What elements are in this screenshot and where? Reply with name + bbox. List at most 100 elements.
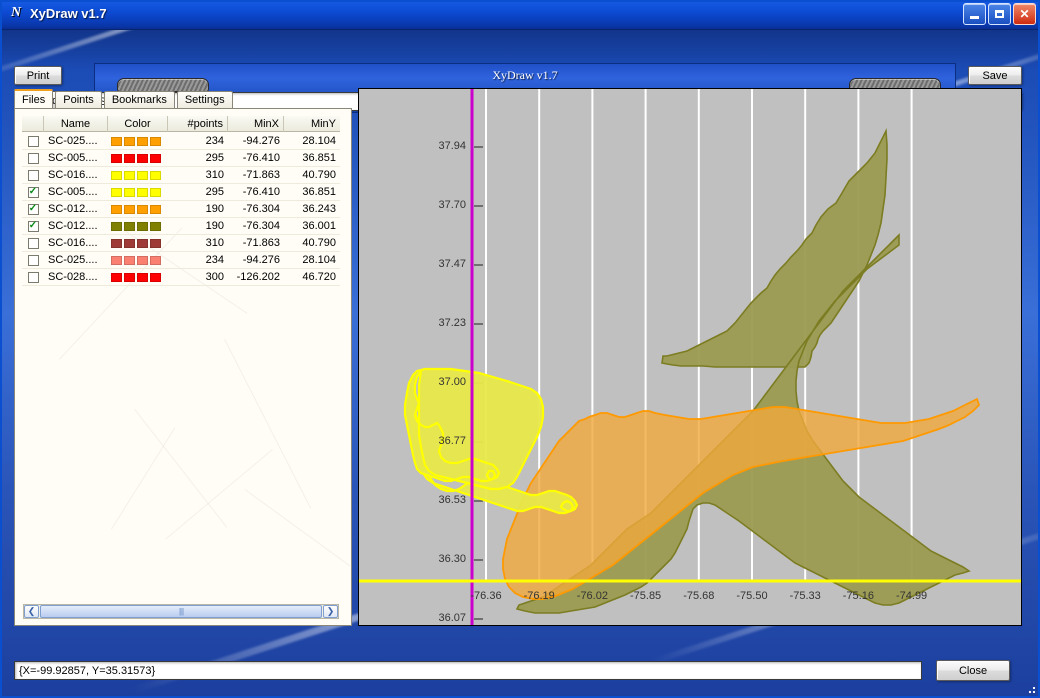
- column-header-minx[interactable]: MinX: [228, 116, 284, 132]
- y-tick-label: 36.77: [438, 435, 466, 447]
- color-swatch-icon: [137, 153, 148, 163]
- column-header-miny[interactable]: MinY: [284, 116, 340, 132]
- coordinate-status-field[interactable]: {X=-99.92857, Y=35.31573}: [14, 661, 922, 680]
- row-color-swatches[interactable]: [108, 201, 168, 218]
- column-header-color[interactable]: Color: [108, 116, 168, 132]
- plot-canvas[interactable]: 37.94 37.70 37.47 37.23 37.00 36.77 36.53 36.30…: [358, 88, 1022, 626]
- row-minx: -76.410: [242, 186, 280, 198]
- color-swatch-icon: [111, 238, 122, 248]
- scroll-right-icon[interactable]: ❯: [323, 605, 338, 618]
- row-color-swatches[interactable]: [108, 235, 168, 252]
- table-row[interactable]: SC-016.... 310 -71.863 40.790: [22, 235, 340, 252]
- row-color-swatches[interactable]: [108, 252, 168, 269]
- row-name: SC-025....: [48, 135, 98, 147]
- tab-files[interactable]: Files: [14, 89, 54, 108]
- close-window-button[interactable]: ✕: [1013, 3, 1036, 25]
- table-row[interactable]: SC-028.... 300 -126.202 46.720: [22, 269, 340, 286]
- table-row[interactable]: ✓ SC-005.... 295 -76.410 36.851: [22, 184, 340, 201]
- checkbox-checked-icon[interactable]: ✓: [27, 220, 39, 232]
- scroll-left-icon[interactable]: ❮: [24, 605, 39, 618]
- ghost-line: [224, 339, 312, 509]
- y-tick-label: 37.94: [438, 140, 466, 152]
- color-swatch-icon: [137, 170, 148, 180]
- tab-settings[interactable]: Settings: [176, 91, 233, 108]
- checkbox-unchecked-icon[interactable]: [27, 152, 39, 164]
- checkbox-checked-icon[interactable]: ✓: [27, 186, 39, 198]
- color-swatch-icon: [124, 170, 135, 180]
- color-swatch-icon: [150, 170, 161, 180]
- row-minx: -126.202: [236, 271, 280, 283]
- row-points: 234: [205, 135, 224, 147]
- file-list-rows: SC-025.... 234 -94.276 28.104 SC-005.... 295 -…: [22, 133, 340, 286]
- window-buttons: ✕: [963, 3, 1036, 25]
- color-swatch-icon: [111, 221, 122, 231]
- row-miny: 28.104: [302, 135, 336, 147]
- row-color-swatches[interactable]: [108, 133, 168, 150]
- tab-points[interactable]: Points: [55, 91, 102, 108]
- row-checkbox-cell: ✓: [22, 201, 44, 218]
- title-bar-left: N XyDraw v1.7: [8, 5, 107, 21]
- color-swatch-icon: [150, 255, 161, 265]
- table-row[interactable]: SC-025.... 234 -94.276 28.104: [22, 133, 340, 150]
- y-tick-label: 37.23: [438, 317, 466, 329]
- tab-bookmarks[interactable]: Bookmarks: [103, 91, 175, 108]
- ghost-line: [111, 427, 176, 530]
- ghost-line: [134, 409, 228, 528]
- row-color-swatches[interactable]: [108, 150, 168, 167]
- color-swatch-icon: [111, 187, 122, 197]
- checkbox-checked-icon[interactable]: ✓: [27, 203, 39, 215]
- y-tick-label: 37.47: [438, 258, 466, 270]
- table-row[interactable]: SC-005.... 295 -76.410 36.851: [22, 150, 340, 167]
- color-swatch-icon: [137, 187, 148, 197]
- print-button[interactable]: Print: [14, 66, 62, 85]
- row-name: SC-016....: [48, 169, 98, 181]
- y-tick-label: 37.70: [438, 199, 466, 211]
- checkbox-unchecked-icon[interactable]: [27, 169, 39, 181]
- color-swatch-icon: [124, 238, 135, 248]
- row-miny: 36.001: [302, 220, 336, 232]
- table-row[interactable]: SC-025.... 234 -94.276 28.104: [22, 252, 340, 269]
- close-button[interactable]: Close: [936, 660, 1010, 681]
- color-swatch-icon: [150, 238, 161, 248]
- scrollbar-thumb[interactable]: ||||: [40, 605, 322, 618]
- color-swatch-icon: [150, 221, 161, 231]
- minimize-button[interactable]: [963, 3, 986, 25]
- y-tick-label: 36.53: [438, 494, 466, 506]
- row-points: 234: [205, 254, 224, 266]
- column-header-name[interactable]: Name: [44, 116, 108, 132]
- color-swatch-icon: [137, 255, 148, 265]
- save-button[interactable]: Save: [968, 66, 1022, 85]
- row-minx: -76.410: [242, 152, 280, 164]
- row-color-swatches[interactable]: [108, 269, 168, 286]
- row-points: 300: [205, 271, 224, 283]
- table-row[interactable]: ✓ SC-012.... 190 -76.304 36.001: [22, 218, 340, 235]
- color-swatch-icon: [137, 204, 148, 214]
- row-name: SC-016....: [48, 237, 98, 249]
- color-swatch-icon: [124, 221, 135, 231]
- header-title: XyDraw v1.7: [492, 68, 558, 82]
- row-minx: -76.304: [242, 203, 280, 215]
- row-color-swatches[interactable]: [108, 184, 168, 201]
- color-swatch-icon: [150, 136, 161, 146]
- x-tick-label: -75.85: [629, 590, 662, 602]
- file-list-panel: Name Color #points MinX MinY SC-025.... 2…: [14, 108, 352, 626]
- column-header-points[interactable]: #points: [168, 116, 228, 132]
- y-tick-label: 36.07: [438, 612, 466, 624]
- file-list-horizontal-scrollbar[interactable]: ❮ |||| ❯: [23, 604, 339, 619]
- row-color-swatches[interactable]: [108, 167, 168, 184]
- row-checkbox-cell: [22, 235, 44, 252]
- column-header-check[interactable]: [22, 116, 44, 132]
- checkbox-unchecked-icon[interactable]: [27, 271, 39, 283]
- checkbox-unchecked-icon[interactable]: [27, 254, 39, 266]
- checkbox-unchecked-icon[interactable]: [27, 237, 39, 249]
- row-points: 190: [205, 203, 224, 215]
- row-checkbox-cell: [22, 150, 44, 167]
- x-tick-label: -75.50: [736, 590, 768, 602]
- table-row[interactable]: SC-016.... 310 -71.863 40.790: [22, 167, 340, 184]
- row-checkbox-cell: [22, 133, 44, 150]
- table-row[interactable]: ✓ SC-012.... 190 -76.304 36.243: [22, 201, 340, 218]
- resize-grip-icon[interactable]: [1025, 683, 1037, 695]
- row-color-swatches[interactable]: [108, 218, 168, 235]
- maximize-button[interactable]: [988, 3, 1011, 25]
- checkbox-unchecked-icon[interactable]: [27, 135, 39, 147]
